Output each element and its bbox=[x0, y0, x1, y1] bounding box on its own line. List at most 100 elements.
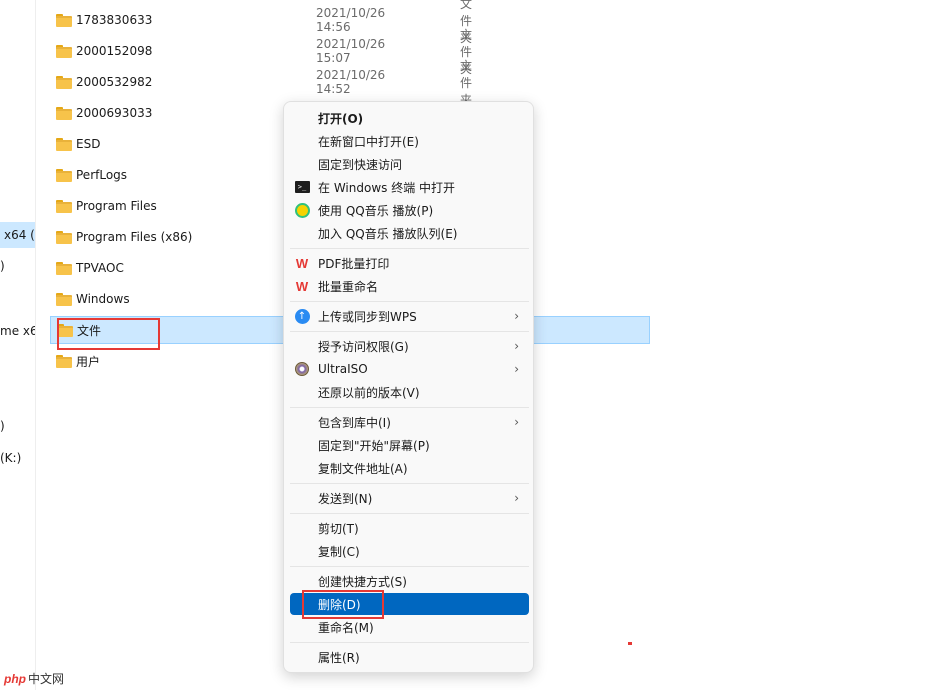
menu-item-label: 还原以前的版本(V) bbox=[318, 385, 420, 400]
terminal-icon-glyph: >_ bbox=[294, 181, 310, 193]
menu-item-label: 复制文件地址(A) bbox=[318, 461, 408, 476]
table-row[interactable]: PerfLogs bbox=[50, 161, 280, 189]
menu-item-label: 使用 QQ音乐 播放(P) bbox=[318, 203, 434, 218]
file-date: 2021/10/26 14:52 bbox=[316, 68, 386, 96]
annotation-box-folder bbox=[57, 318, 160, 350]
menu-item[interactable]: 授予访问权限(G) › bbox=[290, 335, 529, 357]
menu-item[interactable]: 还原以前的版本(V) bbox=[290, 381, 529, 403]
menu-item[interactable]: W 批量重命名 bbox=[290, 275, 529, 297]
table-row[interactable]: 2000693033 bbox=[50, 99, 280, 127]
table-row[interactable]: Windows bbox=[50, 285, 280, 313]
disc-icon-glyph bbox=[295, 362, 309, 376]
menu-item-label: 属性(R) bbox=[318, 650, 360, 665]
folder-icon bbox=[56, 44, 72, 58]
cloud-upload-icon: ↑ bbox=[294, 308, 310, 324]
menu-item[interactable]: 加入 QQ音乐 播放队列(E) bbox=[290, 222, 529, 244]
file-name: TPVAOC bbox=[76, 261, 124, 275]
nav-item-4[interactable]: ) bbox=[0, 419, 5, 433]
menu-item[interactable]: 剪切(T) bbox=[290, 517, 529, 539]
menu-item-label: 批量重命名 bbox=[318, 279, 379, 294]
table-row[interactable]: 2000532982 2021/10/26 14:52 文件夹 bbox=[50, 59, 472, 107]
folder-icon bbox=[56, 199, 72, 213]
menu-item-label: 加入 QQ音乐 播放队列(E) bbox=[318, 226, 458, 241]
chevron-right-icon: › bbox=[514, 491, 519, 505]
menu-item-label: 上传或同步到WPS bbox=[318, 309, 417, 324]
menu-item-label: 创建快捷方式(S) bbox=[318, 574, 407, 589]
menu-item-label: 剪切(T) bbox=[318, 521, 359, 536]
menu-separator bbox=[290, 331, 529, 332]
menu-separator bbox=[290, 301, 529, 302]
menu-item[interactable]: W PDF批量打印 bbox=[290, 252, 529, 274]
file-date: 2021/10/26 15:07 bbox=[316, 37, 386, 65]
menu-item[interactable]: 打开(O) bbox=[290, 107, 529, 129]
menu-item-label: 固定到"开始"屏幕(P) bbox=[318, 438, 430, 453]
file-name: 1783830633 bbox=[76, 13, 153, 27]
table-row[interactable]: TPVAOC bbox=[50, 254, 280, 282]
chevron-right-icon: › bbox=[514, 309, 519, 323]
file-name: 用户 bbox=[76, 354, 101, 369]
menu-item[interactable]: 固定到快速访问 bbox=[290, 153, 529, 175]
nav-item-drive-k[interactable]: (K:) bbox=[0, 451, 21, 465]
file-name: 2000693033 bbox=[76, 106, 153, 120]
table-row[interactable]: Program Files (x86) bbox=[50, 223, 280, 251]
menu-item-label: PDF批量打印 bbox=[318, 256, 390, 271]
folder-icon bbox=[56, 106, 72, 120]
table-row[interactable]: ESD bbox=[50, 130, 280, 158]
file-name: PerfLogs bbox=[76, 168, 128, 182]
watermark-cn: 中文网 bbox=[28, 672, 65, 686]
menu-item[interactable]: 包含到库中(I) › bbox=[290, 411, 529, 433]
file-name: Windows bbox=[76, 292, 130, 306]
menu-item[interactable]: 在新窗口中打开(E) bbox=[290, 130, 529, 152]
chevron-right-icon: › bbox=[514, 415, 519, 429]
qq-music-icon bbox=[294, 202, 310, 218]
menu-item-label: 在新窗口中打开(E) bbox=[318, 134, 419, 149]
menu-item[interactable]: 复制文件地址(A) bbox=[290, 457, 529, 479]
disc-icon bbox=[294, 361, 310, 377]
table-row[interactable]: 用户 bbox=[50, 347, 280, 375]
menu-item-label: 在 Windows 终端 中打开 bbox=[318, 180, 456, 195]
menu-item-label: 发送到(N) bbox=[318, 491, 373, 506]
annotation-dot bbox=[628, 642, 632, 645]
file-name: 2000532982 bbox=[76, 75, 153, 89]
menu-item[interactable]: 复制(C) bbox=[290, 540, 529, 562]
menu-item[interactable]: 固定到"开始"屏幕(P) bbox=[290, 434, 529, 456]
file-name: ESD bbox=[76, 137, 101, 151]
nav-item-3[interactable]: me x64 bbox=[0, 324, 35, 338]
menu-item[interactable]: 创建快捷方式(S) bbox=[290, 570, 529, 592]
menu-item-label: 打开(O) bbox=[318, 111, 364, 126]
qq-music-icon-glyph bbox=[294, 202, 310, 218]
menu-item-label: 固定到快速访问 bbox=[318, 157, 403, 172]
nav-item-drive-x64[interactable]: x64 ( bbox=[0, 222, 35, 248]
menu-separator bbox=[290, 248, 529, 249]
menu-separator bbox=[290, 642, 529, 643]
folder-icon bbox=[56, 13, 72, 27]
table-row[interactable]: 2000152098 2021/10/26 15:07 文件夹 bbox=[50, 28, 472, 76]
file-name: Program Files bbox=[76, 199, 157, 213]
menu-separator bbox=[290, 513, 529, 514]
menu-item[interactable]: 使用 QQ音乐 播放(P) bbox=[290, 199, 529, 221]
navigation-pane: x64 ( ) me x64 ) (K:) bbox=[0, 0, 36, 690]
menu-separator bbox=[290, 483, 529, 484]
file-name: Program Files (x86) bbox=[76, 230, 193, 244]
wps-icon-glyph: W bbox=[295, 278, 309, 294]
folder-icon bbox=[56, 75, 72, 89]
wps-icon-glyph: W bbox=[295, 255, 309, 271]
folder-icon bbox=[56, 230, 72, 244]
terminal-icon: >_ bbox=[294, 179, 310, 195]
menu-item[interactable]: UltraISO › bbox=[290, 358, 529, 380]
menu-item-label: UltraISO bbox=[318, 362, 368, 376]
menu-item[interactable]: ↑ 上传或同步到WPS › bbox=[290, 305, 529, 327]
table-row[interactable]: 1783830633 2021/10/26 14:56 文件夹 bbox=[50, 0, 472, 45]
menu-item[interactable]: 发送到(N) › bbox=[290, 487, 529, 509]
menu-item[interactable]: 属性(R) bbox=[290, 646, 529, 668]
menu-item-label: 复制(C) bbox=[318, 544, 360, 559]
chevron-right-icon: › bbox=[514, 339, 519, 353]
menu-item-label: 授予访问权限(G) bbox=[318, 339, 409, 354]
table-row[interactable]: Program Files bbox=[50, 192, 280, 220]
menu-item[interactable]: 重命名(M) bbox=[290, 616, 529, 638]
nav-item-2[interactable]: ) bbox=[0, 259, 5, 273]
wps-icon: W bbox=[294, 255, 310, 271]
watermark-php: php bbox=[4, 671, 26, 686]
menu-item[interactable]: >_ 在 Windows 终端 中打开 bbox=[290, 176, 529, 198]
folder-icon bbox=[56, 137, 72, 151]
